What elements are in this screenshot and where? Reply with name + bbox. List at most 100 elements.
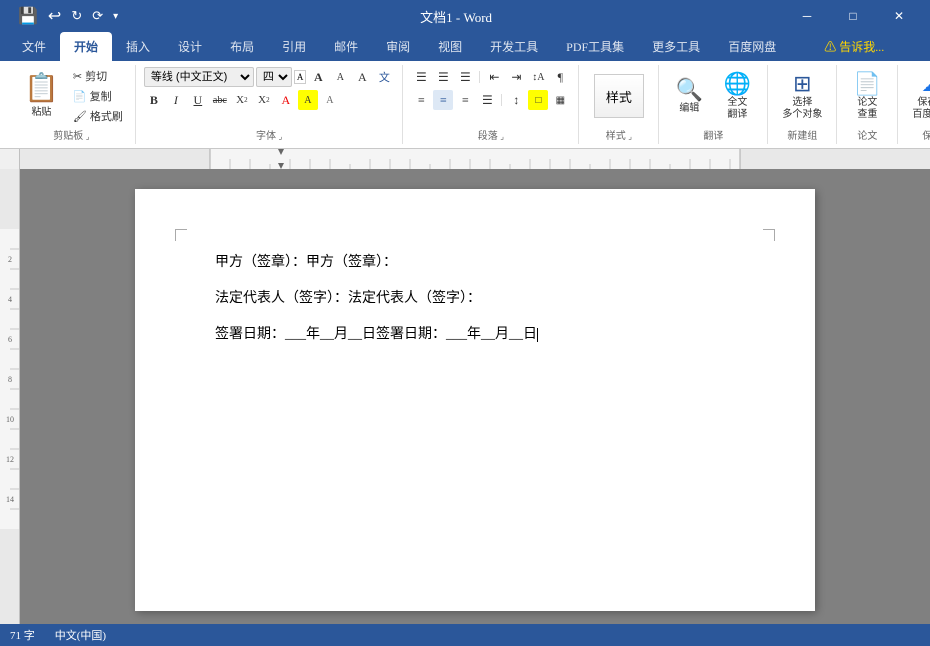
tab-design[interactable]: 设计 — [164, 32, 216, 61]
svg-text:6: 6 — [8, 335, 12, 344]
find-replace-btn[interactable]: 🔍 编辑 — [667, 73, 711, 119]
align-left-btn[interactable]: ≡ — [411, 90, 431, 110]
tab-file[interactable]: 文件 — [8, 32, 60, 61]
highlight-btn[interactable]: A — [298, 90, 318, 110]
copy-button[interactable]: 📄 复制 — [69, 87, 127, 105]
paste-icon: 📋 — [24, 75, 59, 103]
clipboard-group-label: 剪贴板 ⌟ — [53, 125, 89, 142]
save-to-baidu-label: 保存到百度网盘 — [912, 97, 930, 121]
ribbon-group-save: ☁ 保存到百度网盘 保存 — [898, 65, 930, 144]
numbering-btn[interactable]: ☰ — [433, 67, 453, 87]
copy-icon: 📄 — [73, 90, 87, 103]
styles-preview-text: 样式 — [606, 87, 632, 106]
italic-btn[interactable]: I — [166, 90, 186, 110]
newgroup-label: 新建组 — [787, 125, 817, 142]
redo-quick-btn[interactable]: ↻ — [69, 6, 84, 26]
tab-view[interactable]: 视图 — [424, 32, 476, 61]
shading-btn[interactable]: □ — [528, 90, 548, 110]
maximize-btn[interactable]: □ — [830, 0, 876, 32]
decrease-font-btn[interactable]: A — [330, 67, 350, 87]
translate-btn[interactable]: 🌐 全文翻译 — [715, 67, 759, 125]
cut-button[interactable]: ✂ 剪切 — [69, 67, 127, 85]
sort-btn[interactable]: ↕A — [528, 67, 548, 87]
bold-btn[interactable]: B — [144, 90, 164, 110]
baidu-cloud-icon: ☁ — [921, 71, 930, 97]
close-btn[interactable]: ✕ — [876, 0, 922, 32]
paste-button[interactable]: 📋 粘贴 — [16, 71, 67, 122]
corner-mark-tr — [763, 229, 775, 241]
subscript-btn[interactable]: X2 — [232, 90, 252, 110]
styles-group-label: 样式 ⌟ — [606, 125, 632, 142]
clear-format-btn[interactable]: A — [352, 67, 372, 87]
paper-content: 📄 论文查重 — [845, 67, 889, 125]
save-to-baidu-btn[interactable]: ☁ 保存到百度网盘 — [906, 67, 930, 125]
para-row2: ≡ ≡ ≡ ☰ ↕ □ ▦ — [411, 90, 570, 110]
newgroup-content: ⊞ 选择多个对象 — [776, 67, 828, 125]
v-ruler-svg: 2 4 6 8 10 12 14 — [0, 169, 20, 631]
title-bar: 💾 ↩ ↻ ⟳ ▾ 文档1 - Word ─ □ ✕ — [0, 0, 930, 32]
language-indicator: 中文(中国) — [55, 627, 106, 643]
doc-line-3[interactable]: 签署日期：___年__月__日签署日期：___年__月__日 — [215, 321, 735, 349]
bullets-btn[interactable]: ☰ — [411, 67, 431, 87]
tab-insert[interactable]: 插入 — [112, 32, 164, 61]
save-quick-btn[interactable]: 💾 — [16, 4, 40, 28]
align-right-btn[interactable]: ≡ — [455, 90, 475, 110]
increase-indent-btn[interactable]: ⇥ — [506, 67, 526, 87]
auto-save-icon[interactable]: ⟳ — [90, 6, 105, 26]
font-group-label: 字体 ⌟ — [256, 125, 282, 142]
superscript-btn[interactable]: X2 — [254, 90, 274, 110]
tab-review[interactable]: 审阅 — [372, 32, 424, 61]
strikethrough-btn[interactable]: abc — [210, 90, 230, 110]
quick-access-toolbar: 💾 ↩ ↻ ⟳ ▾ — [8, 4, 128, 28]
increase-font-btn[interactable]: A — [308, 67, 328, 87]
save-group-label: 保存 — [922, 125, 930, 142]
para-divider2 — [501, 94, 502, 106]
copy-label: 复制 — [90, 88, 112, 104]
minimize-btn[interactable]: ─ — [784, 0, 830, 32]
show-marks-btn[interactable]: ¶ — [550, 67, 570, 87]
text-cursor — [537, 328, 538, 342]
font-size-indicator[interactable]: A — [294, 70, 307, 84]
ribbon-group-styles: 样式 样式 ⌟ — [579, 65, 659, 144]
phonetic-btn[interactable]: 文 — [374, 67, 394, 87]
doc-line-2-text: 法定代表人（签字）：法定代表人（签字）： — [215, 291, 481, 306]
tab-developer[interactable]: 开发工具 — [476, 32, 552, 61]
align-center-btn[interactable]: ≡ — [433, 90, 453, 110]
line-spacing-btn[interactable]: ↕ — [506, 90, 526, 110]
translate-label: 全文翻译 — [727, 97, 747, 121]
underline-btn[interactable]: U — [188, 90, 208, 110]
font-color-btn[interactable]: A — [276, 90, 296, 110]
ruler-svg — [20, 149, 930, 169]
tab-mailings[interactable]: 邮件 — [320, 32, 372, 61]
window-title: 文档1 - Word — [128, 7, 784, 26]
more-qa-btn[interactable]: ▾ — [111, 9, 120, 24]
tab-references[interactable]: 引用 — [268, 32, 320, 61]
svg-text:2: 2 — [8, 255, 12, 264]
justify-btn[interactable]: ☰ — [477, 90, 497, 110]
styles-gallery-btn[interactable]: 样式 — [588, 70, 650, 122]
undo-quick-btn[interactable]: ↩ — [46, 4, 63, 28]
tab-notify[interactable]: ⚠ 告诉我... — [810, 32, 898, 61]
multilevel-btn[interactable]: ☰ — [455, 67, 475, 87]
ribbon: 文件 开始 插入 设计 布局 引用 邮件 审阅 视图 开发工具 PDF工具集 更… — [0, 32, 930, 149]
borders-btn[interactable]: ▦ — [550, 90, 570, 110]
document-area[interactable]: 甲方（签章）：甲方（签章）： 法定代表人（签字）：法定代表人（签字）： 签署日期… — [20, 169, 930, 631]
font-content: 等线 (中文正文) 四号 A A A A 文 B I U abc X2 — [144, 67, 395, 125]
format-painter-button[interactable]: 🖌 格式刷 — [69, 107, 127, 125]
tab-layout[interactable]: 布局 — [216, 32, 268, 61]
tab-more-tools[interactable]: 更多工具 — [638, 32, 714, 61]
para-row1: ☰ ☰ ☰ ⇤ ⇥ ↕A ¶ — [411, 67, 570, 87]
paper-check-btn[interactable]: 📄 论文查重 — [845, 67, 889, 125]
font-shade-btn[interactable]: A — [320, 90, 340, 110]
decrease-indent-btn[interactable]: ⇤ — [484, 67, 504, 87]
tab-pdf[interactable]: PDF工具集 — [552, 32, 638, 61]
styles-content: 样式 — [588, 67, 650, 125]
svg-text:4: 4 — [8, 295, 12, 304]
ribbon-group-font: 等线 (中文正文) 四号 A A A A 文 B I U abc X2 — [136, 65, 404, 144]
tab-baidu[interactable]: 百度网盘 — [714, 32, 790, 61]
tab-home[interactable]: 开始 — [60, 32, 112, 61]
select-objects-btn[interactable]: ⊞ 选择多个对象 — [776, 67, 828, 125]
ribbon-group-paper: 📄 论文查重 论文 — [837, 65, 898, 144]
font-size-select[interactable]: 四号 — [256, 67, 292, 87]
font-family-select[interactable]: 等线 (中文正文) — [144, 67, 254, 87]
